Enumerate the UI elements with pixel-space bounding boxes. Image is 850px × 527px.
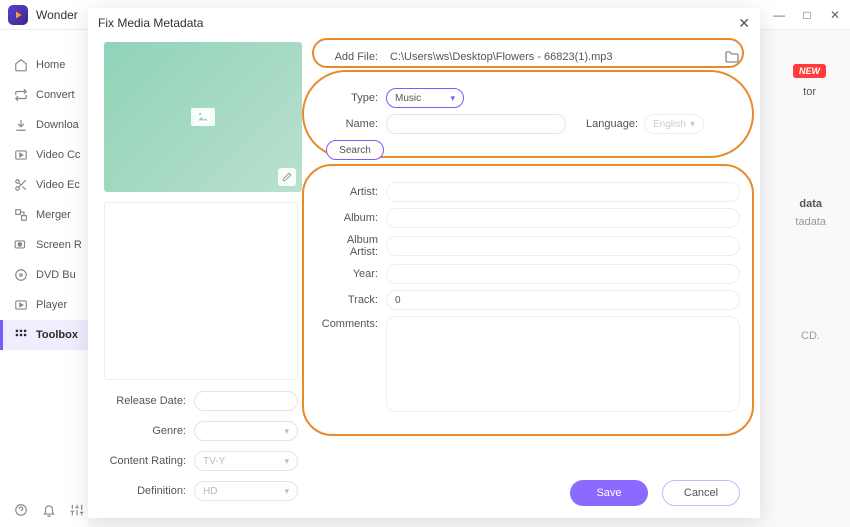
name-label: Name: [318, 118, 386, 130]
sidebar-item-home[interactable]: Home [0, 50, 88, 80]
sidebar-item-screen-recorder[interactable]: Screen R [0, 230, 88, 260]
minimize-button[interactable]: — [772, 8, 786, 22]
chevron-down-icon: ▾ [450, 93, 455, 104]
sidebar-item-label: Downloa [36, 119, 79, 131]
type-select[interactable]: Music ▾ [386, 88, 464, 108]
sidebar: Home Convert Downloa Video Cc Video Ec M… [0, 30, 88, 527]
sidebar-item-label: Screen R [36, 239, 82, 251]
search-button[interactable]: Search [326, 140, 384, 160]
album-label: Album: [318, 212, 386, 224]
left-meta-fields: Release Date: Genre: ▾ Content Rating: T… [104, 388, 298, 508]
artist-label: Artist: [318, 186, 386, 198]
sidebar-item-video-compressor[interactable]: Video Cc [0, 140, 88, 170]
year-input[interactable] [386, 264, 740, 284]
sidebar-footer [0, 493, 88, 527]
year-label: Year: [318, 268, 386, 280]
sidebar-item-player[interactable]: Player [0, 290, 88, 320]
sidebar-item-label: Convert [36, 89, 75, 101]
sidebar-item-merger[interactable]: Merger [0, 200, 88, 230]
edit-cover-button[interactable] [278, 168, 296, 186]
download-icon [14, 118, 28, 132]
album-input[interactable] [386, 208, 740, 228]
left-panel: Release Date: Genre: ▾ Content Rating: T… [88, 38, 308, 518]
save-button[interactable]: Save [570, 480, 648, 506]
comments-input[interactable] [386, 316, 740, 412]
play-icon [14, 298, 28, 312]
sidebar-item-downloader[interactable]: Downloa [0, 110, 88, 140]
comments-label: Comments: [318, 316, 386, 330]
sidebar-item-converter[interactable]: Convert [0, 80, 88, 110]
folder-icon[interactable] [724, 50, 740, 64]
sidebar-item-label: Toolbox [36, 329, 78, 341]
scissors-icon [14, 178, 28, 192]
chevron-down-icon: ▾ [284, 456, 289, 467]
right-panel: Add File: C:\Users\ws\Desktop\Flowers - … [308, 38, 760, 518]
bg-text: CD. [801, 330, 820, 342]
sidebar-item-toolbox[interactable]: Toolbox [0, 320, 88, 350]
bg-text: tadata [795, 216, 826, 228]
app-name: Wonder [36, 8, 78, 22]
fix-metadata-modal: Fix Media Metadata ✕ Release Date: G [88, 8, 760, 518]
close-window-button[interactable]: ✕ [828, 8, 842, 22]
sidebar-item-label: DVD Bu [36, 269, 76, 281]
chevron-down-icon: ▾ [690, 119, 695, 130]
file-path-text: C:\Users\ws\Desktop\Flowers - 66823(1).m… [386, 51, 724, 63]
sidebar-item-label: Video Ec [36, 179, 80, 191]
new-badge: NEW [793, 64, 826, 78]
bg-text: data [799, 198, 822, 210]
results-list[interactable] [104, 202, 298, 380]
cover-thumbnail [104, 42, 302, 192]
sidebar-item-label: Video Cc [36, 149, 80, 161]
release-date-label: Release Date: [104, 395, 194, 407]
track-input[interactable] [386, 290, 740, 310]
language-select[interactable]: English ▾ [644, 114, 704, 134]
add-file-label: Add File: [318, 51, 386, 63]
sidebar-item-label: Merger [36, 209, 71, 221]
sidebar-item-dvd-burner[interactable]: DVD Bu [0, 260, 88, 290]
name-input[interactable] [386, 114, 566, 134]
track-label: Track: [318, 294, 386, 306]
sidebar-item-label: Home [36, 59, 65, 71]
convert-icon [14, 88, 28, 102]
modal-header: Fix Media Metadata ✕ [88, 8, 760, 38]
cancel-button[interactable]: Cancel [662, 480, 740, 506]
bell-icon[interactable] [42, 503, 56, 517]
window-controls: — □ ✕ [772, 8, 842, 22]
language-label: Language: [586, 118, 638, 130]
maximize-button[interactable]: □ [800, 8, 814, 22]
album-artist-label: Album Artist: [318, 234, 386, 258]
modal-footer: Save Cancel [570, 480, 740, 506]
sidebar-item-video-editor[interactable]: Video Ec [0, 170, 88, 200]
type-label: Type: [318, 92, 386, 104]
home-icon [14, 58, 28, 72]
content-rating-label: Content Rating: [104, 455, 194, 467]
release-date-input[interactable] [194, 391, 298, 411]
chevron-down-icon: ▾ [284, 486, 289, 497]
image-placeholder-icon [191, 108, 215, 126]
content-rating-select[interactable]: TV-Y▾ [194, 451, 298, 471]
album-artist-input[interactable] [386, 236, 740, 256]
sidebar-item-label: Player [36, 299, 67, 311]
chevron-down-icon: ▾ [284, 426, 289, 437]
nav-list: Home Convert Downloa Video Cc Video Ec M… [0, 30, 88, 493]
merge-icon [14, 208, 28, 222]
close-icon[interactable]: ✕ [738, 15, 750, 32]
app-icon [8, 5, 28, 25]
bg-text: tor [803, 86, 816, 98]
disc-icon [14, 268, 28, 282]
genre-label: Genre: [104, 425, 194, 437]
settings-icon[interactable] [70, 503, 84, 517]
genre-select[interactable]: ▾ [194, 421, 298, 441]
toolbox-icon [14, 328, 28, 342]
help-icon[interactable] [14, 503, 28, 517]
artist-input[interactable] [386, 182, 740, 202]
modal-title: Fix Media Metadata [98, 16, 203, 30]
definition-select[interactable]: HD▾ [194, 481, 298, 501]
definition-label: Definition: [104, 485, 194, 497]
record-icon [14, 238, 28, 252]
compress-icon [14, 148, 28, 162]
